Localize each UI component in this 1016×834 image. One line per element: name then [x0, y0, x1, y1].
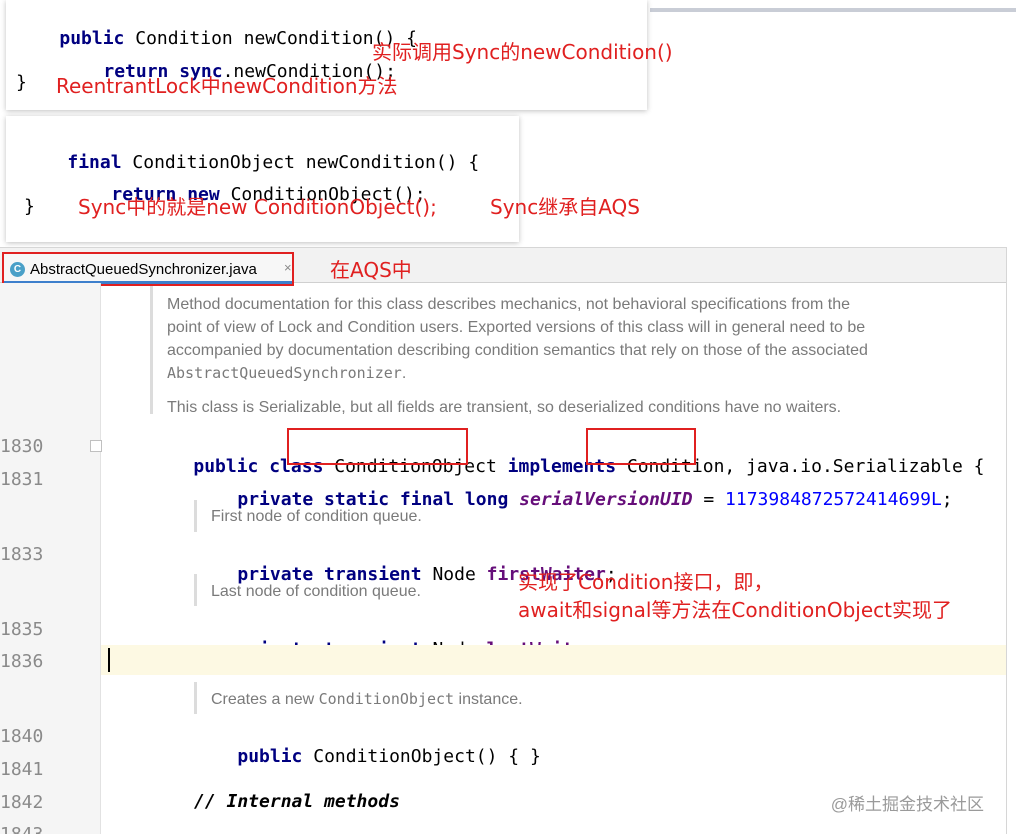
line-number: 1835: [0, 619, 44, 640]
snippet-sync: final ConditionObject newCondition() { r…: [6, 116, 640, 242]
highlight-box-conditionobject: [287, 428, 468, 465]
tab-abstractqueuedsynchronizer[interactable]: C AbstractQueuedSynchronizer.java ×: [2, 252, 294, 286]
javadoc-first-node: First node of condition queue.: [211, 508, 422, 525]
javadoc-block: Method documentation for this class desc…: [167, 296, 868, 416]
line-number: 1840: [0, 726, 44, 747]
code-line-1842: // Internal methods: [194, 791, 400, 812]
line-number: 1831: [0, 469, 44, 490]
annotation-note: Sync继承自AQS: [490, 195, 640, 219]
code-line-1840: public ConditionObject() { }: [237, 746, 541, 767]
annotation-note: 在AQS中: [330, 258, 412, 282]
code-line: }: [24, 196, 35, 217]
doc-bar: [194, 574, 197, 606]
doc-bar: [150, 286, 153, 414]
current-line-highlight: [101, 645, 1006, 675]
javadoc-constructor: Creates a new ConditionObject instance.: [211, 690, 523, 708]
code-editor: C AbstractQueuedSynchronizer.java × 在AQS…: [0, 247, 1007, 834]
line-number: 1836: [0, 651, 44, 672]
line-number: 1842: [0, 792, 44, 813]
text-caret: [108, 648, 110, 672]
highlight-box-condition: [586, 428, 696, 465]
editor-tab-bar: C AbstractQueuedSynchronizer.java × 在AQS…: [0, 248, 1006, 286]
annotation-note: 实际调用Sync的newCondition(): [372, 40, 673, 64]
doc-bar: [194, 500, 197, 532]
doc-bar: [194, 682, 197, 714]
watermark: @稀土掘金技术社区: [830, 795, 984, 814]
annotation-note: Sync中的就是new ConditionObject();: [78, 195, 437, 219]
line-number: 1830: [0, 436, 44, 457]
javadoc-last-node: Last node of condition queue.: [211, 583, 421, 600]
fold-marker-icon[interactable]: [90, 440, 102, 452]
line-number: 1841: [0, 759, 44, 780]
snippet-reentrantlock: public Condition newCondition() { return…: [6, 0, 673, 110]
annotation-note: ReentrantLock中newCondition方法: [56, 74, 398, 98]
java-class-icon: C: [10, 262, 25, 277]
code-line: }: [16, 72, 27, 93]
line-number: 1833: [0, 544, 44, 565]
annotation-note: 实现了Condition接口，即，: [518, 570, 774, 594]
tab-label: AbstractQueuedSynchronizer.java: [30, 261, 257, 278]
close-icon[interactable]: ×: [284, 260, 292, 275]
background-divider: [650, 8, 1016, 12]
